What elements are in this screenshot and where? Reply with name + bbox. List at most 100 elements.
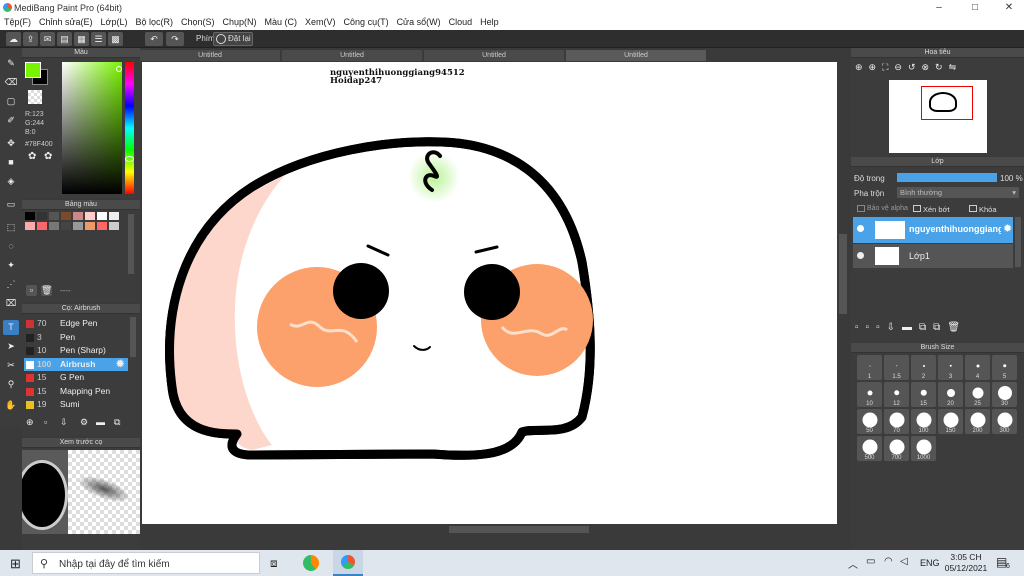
menu-layer[interactable]: Lớp(L) xyxy=(97,16,132,27)
task-view-icon[interactable]: ⧈ xyxy=(270,556,278,571)
color-swatch[interactable] xyxy=(61,222,71,230)
opacity-slider[interactable] xyxy=(897,173,997,182)
gradient-tool-icon[interactable]: ▭ xyxy=(3,197,19,212)
tab-untitled-3[interactable]: Untitled xyxy=(424,50,564,61)
brush-size-option[interactable]: 150 xyxy=(938,409,963,434)
fill-rect-tool-icon[interactable]: ■ xyxy=(3,155,19,170)
canvas-vscroll[interactable] xyxy=(839,234,847,314)
select-pen-tool-icon[interactable]: ⋰ xyxy=(3,277,19,292)
menu-window[interactable]: Cửa sổ(W) xyxy=(393,16,445,27)
canvas-hscroll[interactable] xyxy=(449,526,589,533)
color-swatch[interactable] xyxy=(97,222,107,230)
share-icon[interactable]: ⇪ xyxy=(23,32,38,46)
dot-tool-icon[interactable]: ✐ xyxy=(3,113,19,128)
lasso-tool-icon[interactable]: ◌ xyxy=(3,239,19,254)
duplicate-layer-icon[interactable]: ⧉ xyxy=(933,322,947,333)
undo-icon[interactable]: ↶ xyxy=(145,32,163,46)
menu-filter[interactable]: Bộ lọc(R) xyxy=(131,16,177,27)
brush-new-icon[interactable]: ▫ xyxy=(44,417,47,427)
brush-size-option[interactable]: 3 xyxy=(938,355,963,380)
brush-add-icon[interactable]: ⊕ xyxy=(26,417,34,428)
reset-button[interactable]: Đặt lại xyxy=(213,32,253,46)
brush-list-item[interactable]: 10 Pen (Sharp) xyxy=(24,344,128,357)
select-tool-icon[interactable]: ⬚ xyxy=(3,220,19,235)
tab-untitled-1[interactable]: Untitled xyxy=(140,50,280,61)
menu-snap[interactable]: Chụp(N) xyxy=(219,16,261,27)
brush-settings-icon[interactable]: ⚙ xyxy=(80,417,88,428)
palette-add-icon[interactable]: ✿ xyxy=(44,151,52,162)
volume-icon[interactable]: ◁ xyxy=(900,556,908,567)
brush-size-option[interactable]: 100 xyxy=(911,409,936,434)
color-swatch[interactable] xyxy=(37,222,47,230)
layer-row[interactable]: nguyenthihuonggiang ✹ xyxy=(853,217,1013,243)
bucket-tool-icon[interactable]: ◈ xyxy=(3,174,19,189)
medibang-taskbar-icon[interactable] xyxy=(303,555,319,571)
blend-select[interactable]: Bình thường ▾ xyxy=(897,187,1019,198)
brush-size-option[interactable]: 500 xyxy=(857,436,882,461)
color-square[interactable] xyxy=(62,62,122,194)
windows-start-icon[interactable]: ⊞ xyxy=(10,556,21,572)
brush-size-option[interactable]: 200 xyxy=(965,409,990,434)
brush-folder-icon[interactable]: ▬ xyxy=(96,417,105,427)
new-color-layer-icon[interactable]: ▫ xyxy=(866,322,877,333)
rectangle-tool-icon[interactable]: ▢ xyxy=(3,94,19,109)
divide-tool-icon[interactable]: ✂ xyxy=(3,358,19,373)
palette-icon[interactable]: ✿ xyxy=(28,151,36,162)
clipping-checkbox[interactable] xyxy=(913,205,921,212)
brush-tool-icon[interactable]: ✎ xyxy=(3,56,19,71)
menu-select[interactable]: Chọn(S) xyxy=(177,16,219,27)
paint-taskbar-button[interactable] xyxy=(333,550,363,576)
hand-tool-icon[interactable]: ✋ xyxy=(3,398,19,413)
brush-size-option[interactable]: 1 xyxy=(857,355,882,380)
brush-size-option[interactable]: 20 xyxy=(938,382,963,407)
delete-layer-icon[interactable]: 🗑 xyxy=(947,322,967,333)
color-swatch[interactable] xyxy=(25,222,35,230)
menu-tools[interactable]: Công cụ(T) xyxy=(340,16,393,27)
delete-palette-icon[interactable]: 🗑 xyxy=(41,285,52,296)
brush-size-option[interactable]: 12 xyxy=(884,382,909,407)
brush-list-item[interactable]: 100 Airbrush ✹ xyxy=(24,357,128,371)
brush-scrollbar[interactable] xyxy=(130,317,136,357)
brush-size-option[interactable]: 30 xyxy=(992,382,1017,407)
new-halftone-layer-icon[interactable]: ▫ xyxy=(876,322,887,333)
color-swatch[interactable] xyxy=(85,212,95,220)
fit-icon[interactable]: ⛶ xyxy=(882,62,894,72)
swatch-scrollbar[interactable] xyxy=(128,214,134,274)
layer-folder-icon[interactable]: ▬ xyxy=(902,322,919,333)
brush-size-option[interactable]: 70 xyxy=(884,409,909,434)
redo-icon[interactable]: ↷ xyxy=(166,32,184,46)
brush-import-icon[interactable]: ⇩ xyxy=(60,417,68,428)
color-swatch[interactable] xyxy=(49,212,59,220)
brush-size-option[interactable]: 15 xyxy=(911,382,936,407)
protect-alpha-checkbox[interactable] xyxy=(857,205,865,212)
cloud-icon[interactable]: ☁ xyxy=(6,32,21,46)
color-swatch[interactable] xyxy=(25,212,35,220)
menu-edit[interactable]: Chỉnh sửa(E) xyxy=(35,16,97,27)
grid-icon[interactable]: ▩ xyxy=(108,32,123,46)
list-icon[interactable]: ☰ xyxy=(91,32,106,46)
rotate-right-icon[interactable]: ↻ xyxy=(935,62,949,72)
new-palette-icon[interactable]: ▫ xyxy=(26,285,37,296)
battery-icon[interactable]: ▭ xyxy=(866,556,875,567)
color-swatch[interactable] xyxy=(97,212,107,220)
text-tool-icon[interactable]: T xyxy=(3,320,19,335)
brush-list-item[interactable]: 15 Mapping Pen xyxy=(24,385,128,398)
tray-expand-icon[interactable]: ︿ xyxy=(848,556,858,571)
zoom-out-icon[interactable]: ⊖ xyxy=(894,62,908,72)
brush-size-option[interactable]: 1.5 xyxy=(884,355,909,380)
select-eraser-tool-icon[interactable]: ⌧ xyxy=(3,296,19,311)
lock-checkbox[interactable] xyxy=(969,205,977,212)
merge-layer-icon[interactable]: ⧉ xyxy=(919,322,933,333)
brush-size-option[interactable]: 5 xyxy=(992,355,1017,380)
navigator-thumbnail[interactable] xyxy=(889,80,987,153)
move-tool-icon[interactable]: ✥ xyxy=(3,136,19,151)
clock[interactable]: 3:05 CH 05/12/2021 xyxy=(944,552,988,574)
color-swatch[interactable] xyxy=(49,222,59,230)
magic-wand-tool-icon[interactable]: ✦ xyxy=(3,258,19,273)
menu-cloud[interactable]: Cloud xyxy=(445,16,477,27)
zoom-in-icon[interactable]: ⊕ xyxy=(855,62,869,72)
layer-import-icon[interactable]: ⇩ xyxy=(887,322,902,333)
color-swatch[interactable] xyxy=(85,222,95,230)
brush-size-option[interactable]: 25 xyxy=(965,382,990,407)
eyedropper-tool-icon[interactable]: ⚲ xyxy=(3,377,19,392)
